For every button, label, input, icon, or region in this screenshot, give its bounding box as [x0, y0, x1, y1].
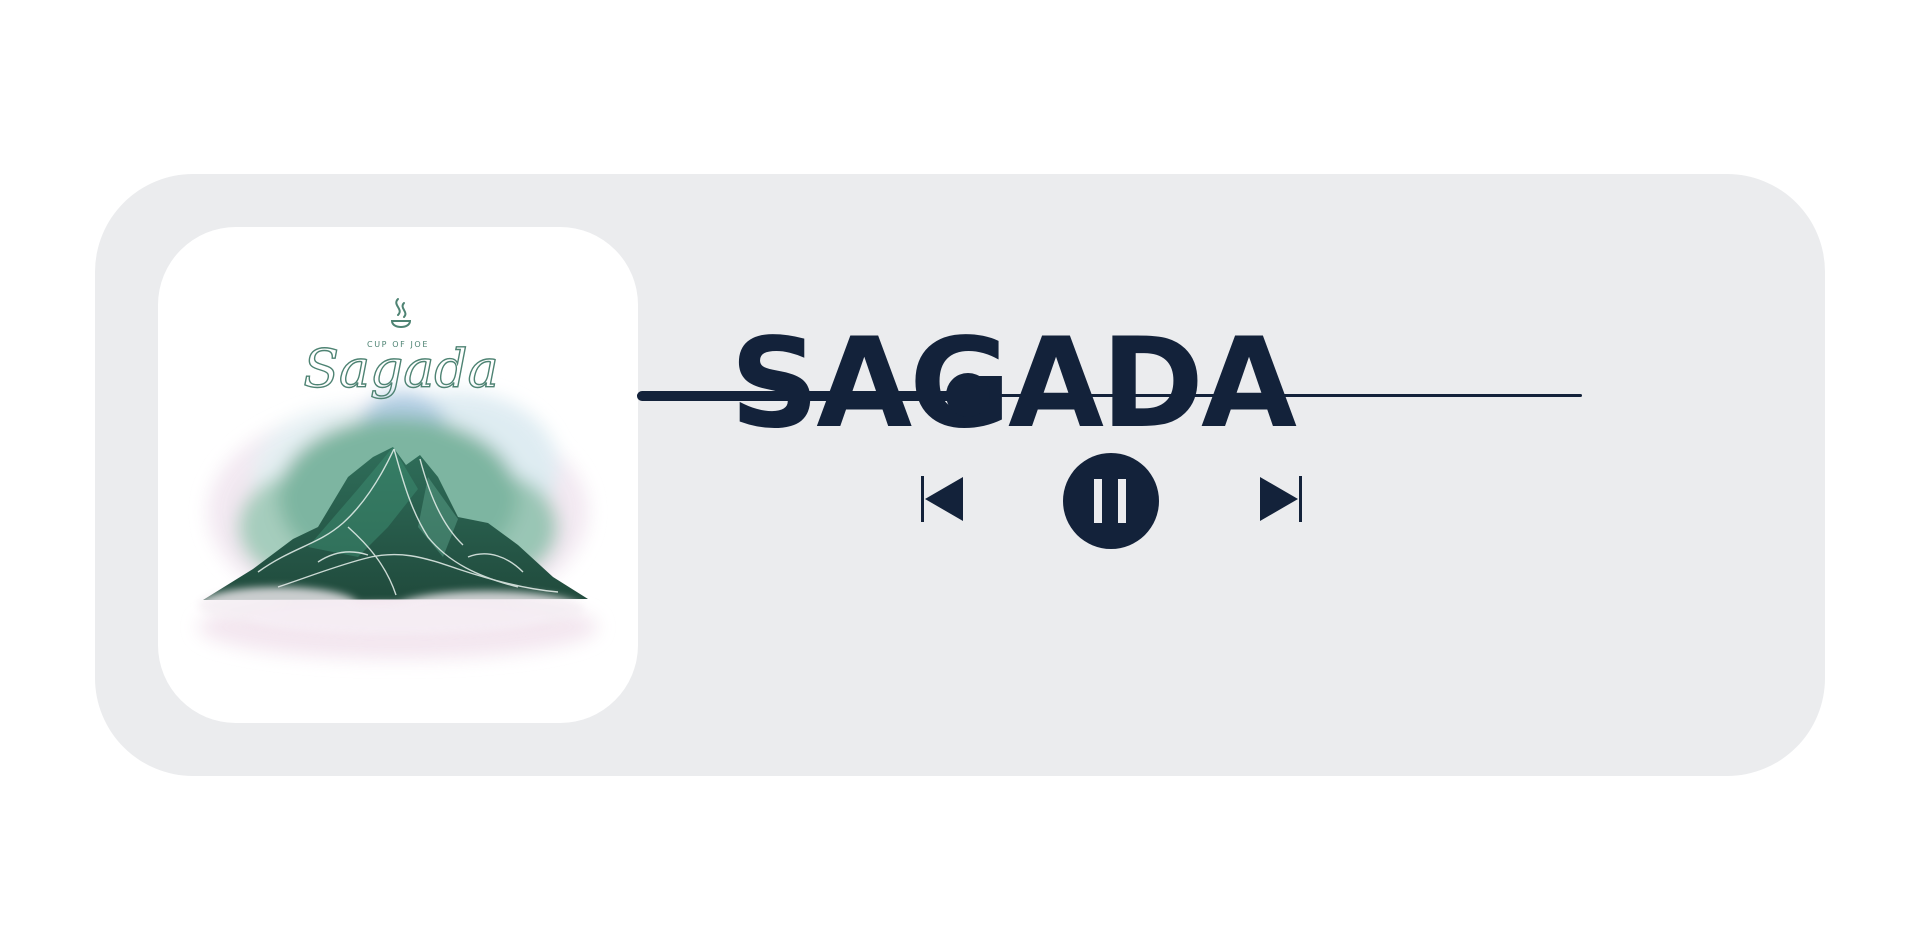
progress-slider[interactable] [637, 373, 1582, 417]
album-art-image: CUP OF JOE Sagada [198, 298, 598, 659]
cover-script-title: Sagada [303, 340, 498, 400]
progress-fill [637, 391, 968, 401]
previous-button[interactable] [917, 472, 967, 526]
album-cover: CUP OF JOE Sagada [158, 227, 638, 723]
pause-button[interactable] [1063, 453, 1159, 549]
skip-forward-icon [1260, 476, 1302, 522]
progress-handle[interactable] [946, 373, 990, 417]
next-button[interactable] [1256, 472, 1306, 526]
skip-back-icon [921, 476, 963, 522]
pause-icon [1063, 453, 1159, 549]
